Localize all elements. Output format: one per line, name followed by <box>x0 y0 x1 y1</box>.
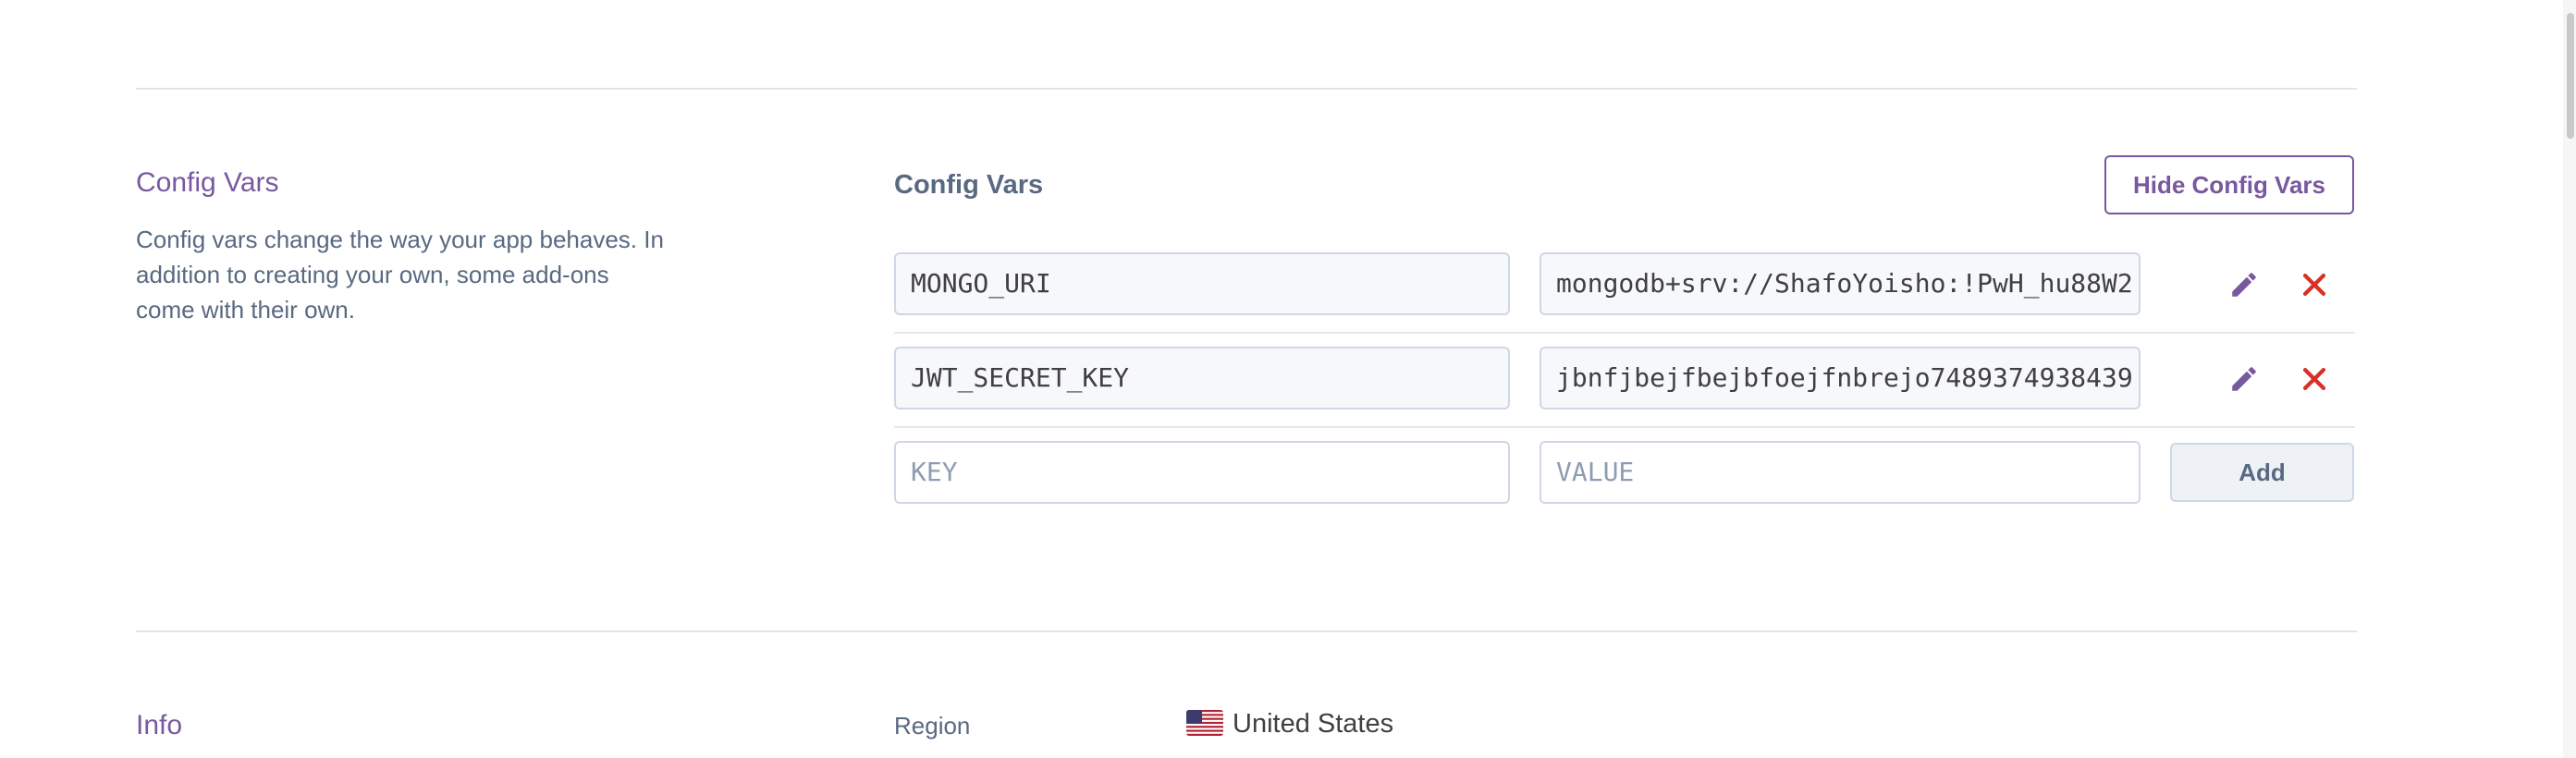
config-var-key-field[interactable]: JWT_SECRET_KEY <box>894 347 1510 410</box>
config-var-value-field[interactable]: mongodb+srv://ShafoYoisho:!PwH_hu88W2: <box>1539 252 2141 315</box>
section-divider <box>136 88 2357 90</box>
us-flag-icon <box>1186 710 1223 736</box>
new-config-var-row: KEY VALUE Add <box>894 441 2355 506</box>
config-var-row: MONGO_URI mongodb+srv://ShafoYoisho:!PwH… <box>894 252 2355 317</box>
settings-page: Config Vars Config vars change the way y… <box>0 0 2576 758</box>
hide-config-vars-button[interactable]: Hide Config Vars <box>2104 155 2354 214</box>
config-panel-title: Config Vars <box>894 170 1044 200</box>
section-divider <box>136 630 2357 632</box>
region-label: Region <box>894 712 971 740</box>
new-value-input[interactable]: VALUE <box>1539 441 2141 504</box>
region-value: United States <box>1233 709 1394 739</box>
config-section-description: Config vars change the way your app beha… <box>136 226 664 324</box>
pencil-icon[interactable] <box>2227 268 2261 301</box>
config-var-key-field[interactable]: MONGO_URI <box>894 252 1510 315</box>
row-divider <box>894 332 2355 334</box>
close-icon[interactable] <box>2298 362 2331 396</box>
value-placeholder: VALUE <box>1556 457 1635 487</box>
key-placeholder: KEY <box>911 457 958 487</box>
info-section-title: Info <box>136 710 183 740</box>
new-key-input[interactable]: KEY <box>894 441 1510 504</box>
config-var-value-field[interactable]: jbnfjbejfbejbfoejfnbrejo7489374938439 <box>1539 347 2141 410</box>
config-var-row: JWT_SECRET_KEY jbnfjbejfbejbfoejfnbrejo7… <box>894 347 2355 411</box>
close-icon[interactable] <box>2298 268 2331 301</box>
add-config-var-button[interactable]: Add <box>2170 443 2354 502</box>
scrollbar-thumb[interactable] <box>2567 13 2574 139</box>
row-divider <box>894 426 2355 428</box>
pencil-icon[interactable] <box>2227 362 2261 396</box>
config-section-title: Config Vars <box>136 167 279 198</box>
